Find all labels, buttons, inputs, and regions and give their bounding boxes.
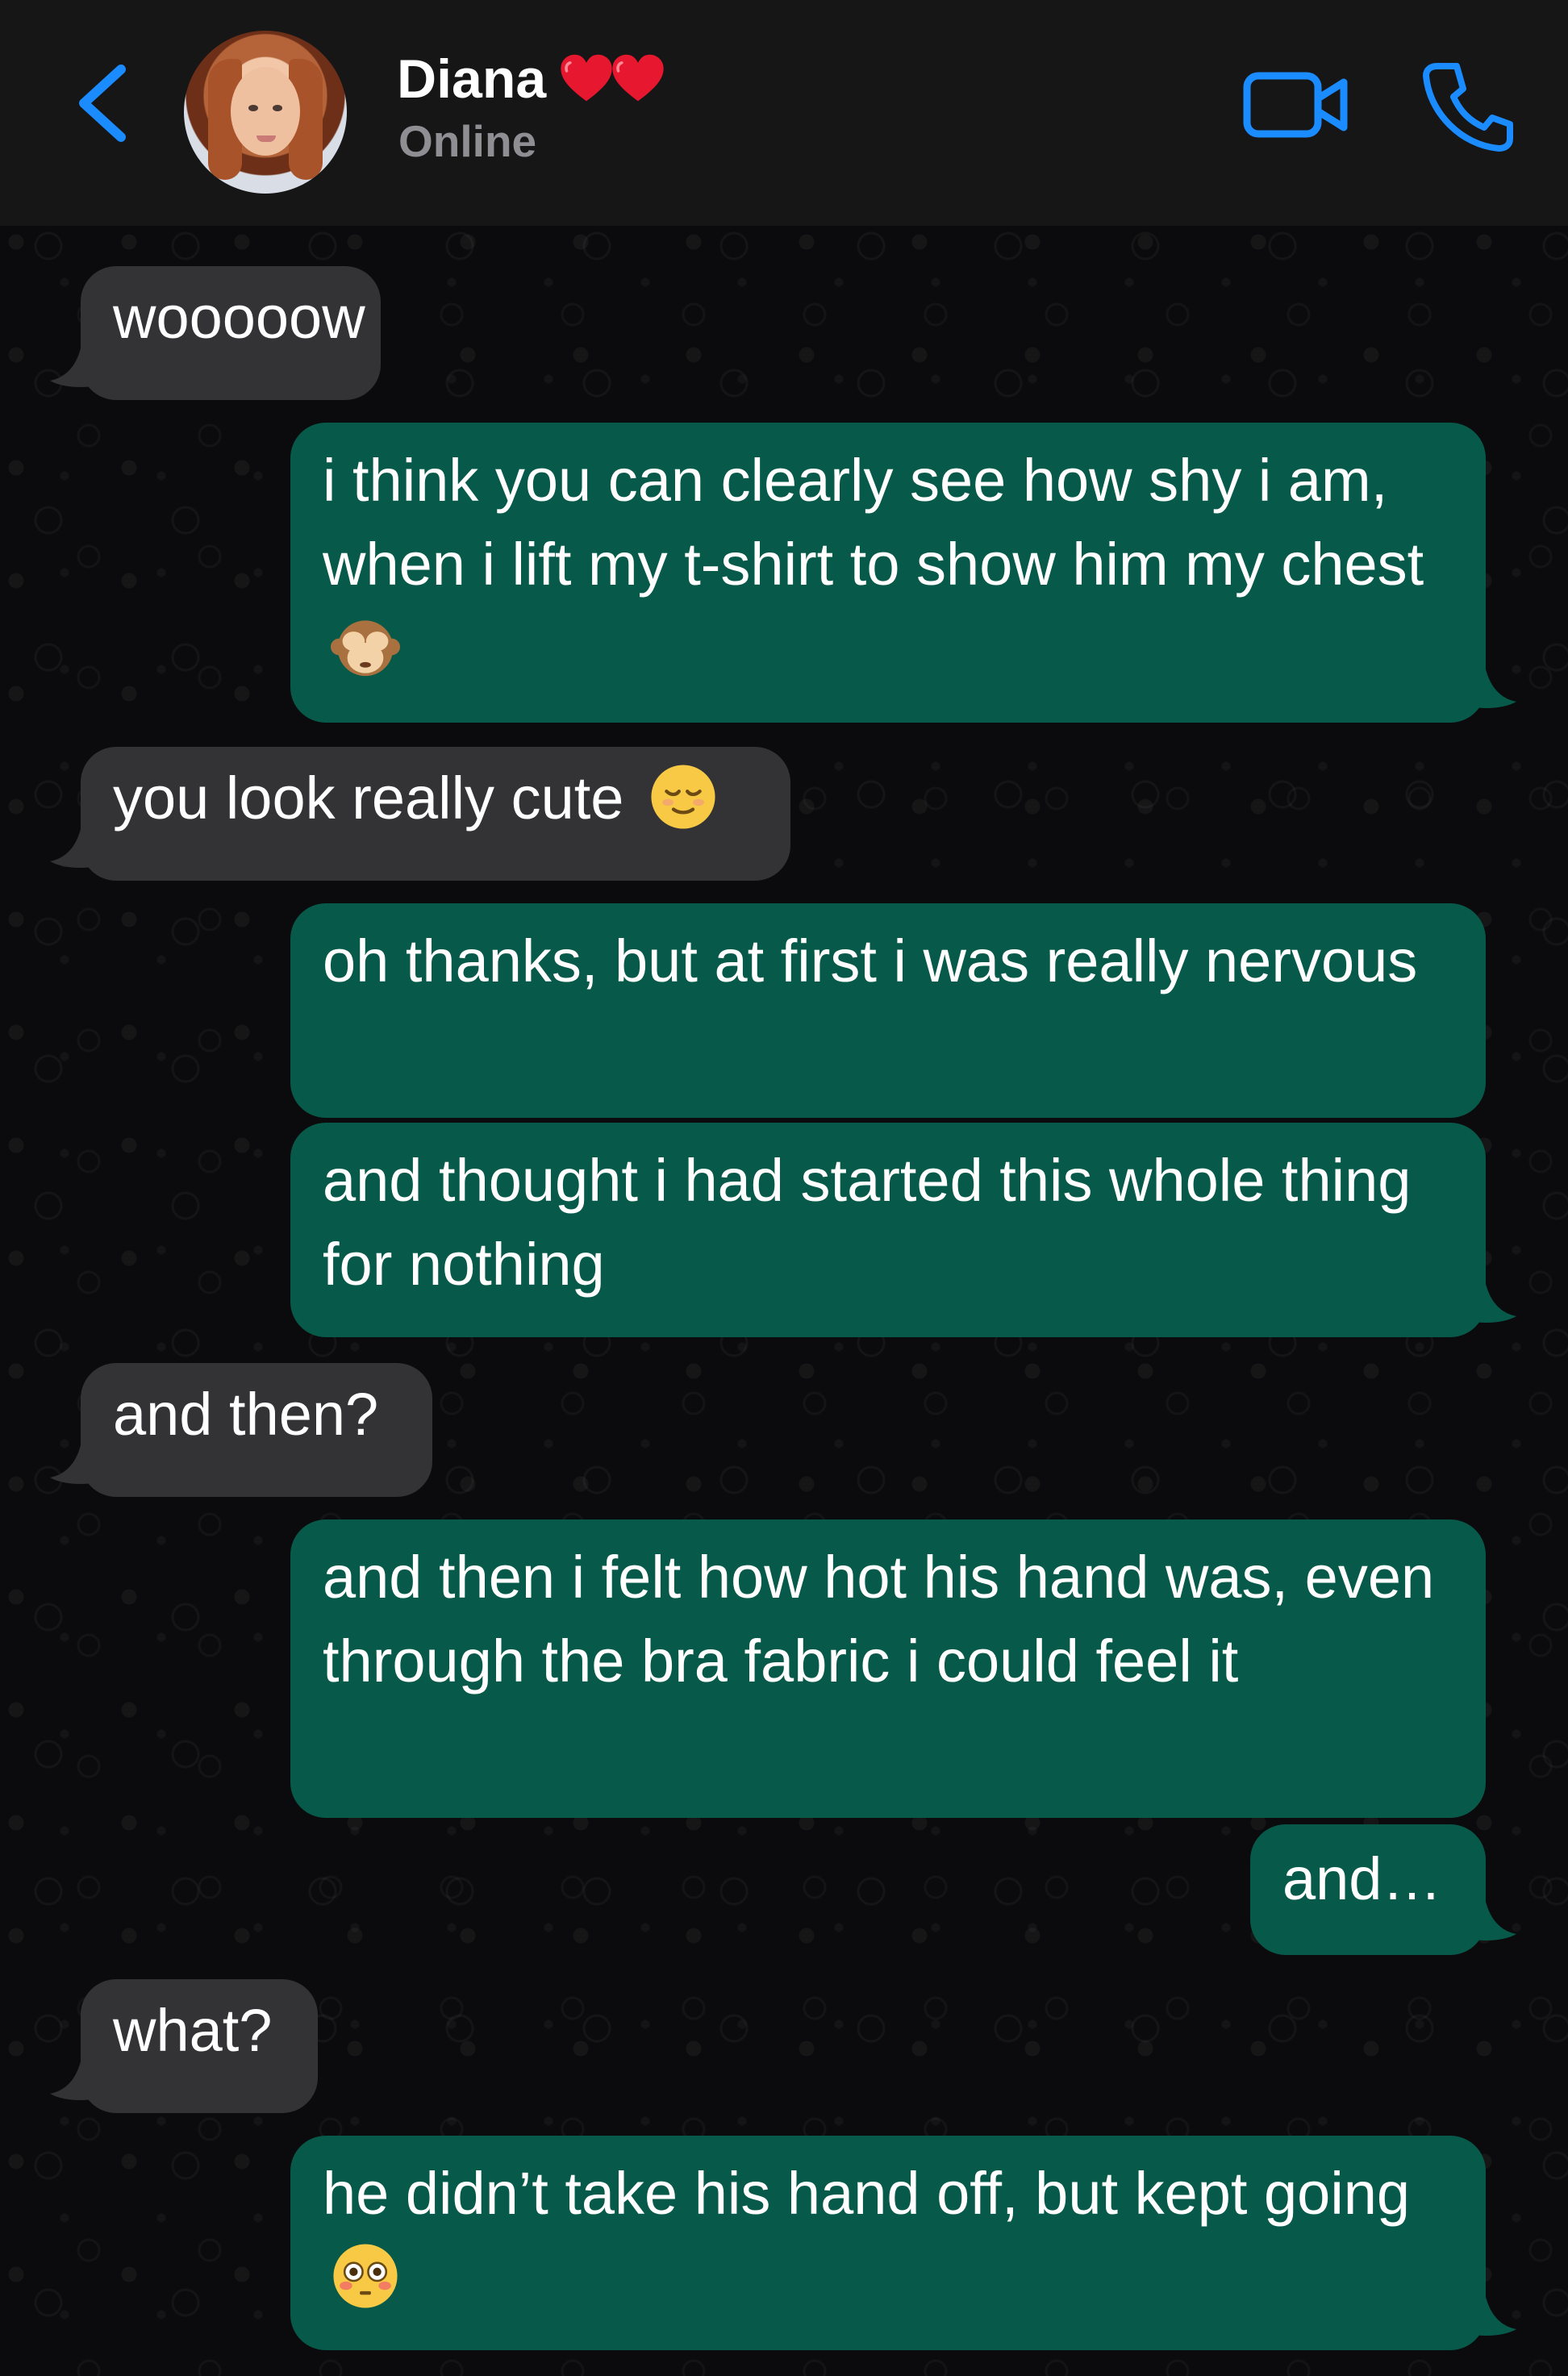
avatar[interactable] xyxy=(184,31,347,194)
message-outgoing[interactable]: and then i felt how hot his hand was, ev… xyxy=(290,1519,1486,1818)
contact-name: Diana xyxy=(397,48,547,110)
message-incoming[interactable]: what? xyxy=(81,1979,318,2113)
message-text: i think you can clearly see how shy i am… xyxy=(323,447,1424,598)
video-call-button[interactable] xyxy=(1242,65,1352,145)
bubble-tail xyxy=(50,2061,97,2100)
message-incoming[interactable]: and then? xyxy=(81,1363,432,1497)
message-outgoing[interactable]: he didn’t take his hand off, but kept go… xyxy=(290,2136,1486,2350)
chevron-left-icon xyxy=(79,65,126,142)
avatar-face xyxy=(231,67,300,156)
message-text: you look really cute xyxy=(113,765,624,832)
bubble-tail xyxy=(50,1445,97,1484)
message-text: and then? xyxy=(113,1381,379,1448)
message-incoming[interactable]: wooooow xyxy=(81,266,381,400)
flushed-face-emoji xyxy=(333,2244,398,2308)
see-no-evil-monkey-emoji xyxy=(331,620,400,677)
relieved-face-emoji xyxy=(651,765,715,829)
message-text: and… xyxy=(1282,1845,1442,1912)
bubble-tail xyxy=(1470,1902,1516,1940)
bubble-tail xyxy=(50,348,97,387)
message-text: and then i felt how hot his hand was, ev… xyxy=(323,1544,1435,1694)
message-outgoing[interactable]: and… xyxy=(1250,1824,1486,1955)
message-text: oh thanks, but at first i was really ner… xyxy=(323,927,1418,994)
message-text: what? xyxy=(113,1997,273,2064)
bubble-tail xyxy=(50,829,97,868)
contact-name-row[interactable]: Diana xyxy=(397,47,667,111)
chat-header: Diana Online xyxy=(0,0,1568,226)
message-outgoing[interactable]: i think you can clearly see how shy i am… xyxy=(290,423,1486,723)
voice-call-button[interactable] xyxy=(1420,58,1516,155)
heart-icon xyxy=(612,54,664,102)
message-text: he didn’t take his hand off, but kept go… xyxy=(323,2160,1411,2227)
avatar-eye xyxy=(273,105,282,111)
avatar-eye xyxy=(248,105,258,111)
message-text: and thought i had started this whole thi… xyxy=(323,1147,1412,1298)
heart-icon xyxy=(561,54,612,102)
message-outgoing[interactable]: oh thanks, but at first i was really ner… xyxy=(290,903,1486,1118)
message-outgoing[interactable]: and thought i had started this whole thi… xyxy=(290,1123,1486,1337)
video-camera-icon xyxy=(1243,72,1348,138)
bubble-tail xyxy=(1470,2297,1516,2336)
message-incoming[interactable]: you look really cute xyxy=(81,747,790,881)
message-text: wooooow xyxy=(113,284,365,351)
bubble-tail xyxy=(1470,669,1516,708)
back-button[interactable] xyxy=(73,63,137,144)
chat-screen: Diana Online wooooow i think you can cle… xyxy=(0,0,1568,2376)
phone-icon xyxy=(1423,63,1513,152)
bubble-tail xyxy=(1470,1284,1516,1323)
contact-status: Online xyxy=(398,116,537,166)
